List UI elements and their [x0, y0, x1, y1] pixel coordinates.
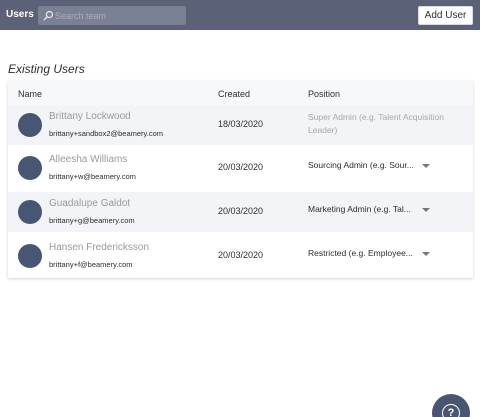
column-header-position: Position — [308, 89, 341, 99]
help-icon: ? — [442, 404, 460, 417]
user-email: brittany+w@beamery.com — [49, 172, 136, 181]
position-select[interactable]: Marketing Admin (e.g. Tal... — [308, 204, 433, 220]
created-date: 20/03/2020 — [218, 250, 264, 260]
top-bar: Users Add User — [0, 0, 480, 30]
chevron-down-icon[interactable] — [422, 164, 430, 168]
user-email: brittany+g@beamery.com — [49, 216, 135, 225]
avatar — [18, 200, 42, 224]
search-input[interactable] — [55, 7, 181, 24]
user-name: Alleesha Williams — [49, 154, 128, 165]
user-email: brittany+sandbox2@beamery.com — [49, 129, 163, 138]
column-header-name: Name — [18, 89, 43, 99]
chevron-down-icon[interactable] — [422, 252, 430, 256]
position-select[interactable]: Sourcing Admin (e.g. Sour... — [308, 160, 433, 176]
created-date: 18/03/2020 — [218, 119, 264, 129]
position-label: Super Admin (e.g. Talent Acquisition Lea… — [308, 112, 444, 135]
chevron-down-icon[interactable] — [422, 208, 430, 212]
user-name: Brittany Lockwood — [49, 111, 131, 122]
search-box[interactable] — [38, 6, 186, 25]
position-select[interactable]: Restricted (e.g. Employee... — [308, 248, 433, 264]
table-row: Guadalupe Galdot brittany+g@beamery.com … — [8, 192, 473, 232]
table-row: Brittany Lockwood brittany+sandbox2@beam… — [8, 105, 473, 145]
add-user-button[interactable]: Add User — [418, 6, 473, 25]
table-header: Name Created Position — [8, 81, 473, 105]
avatar — [18, 113, 42, 137]
search-icon — [43, 10, 54, 21]
avatar — [18, 156, 42, 180]
column-header-created: Created — [218, 89, 251, 99]
section-title: Existing Users — [8, 62, 85, 76]
created-date: 20/03/2020 — [218, 206, 264, 216]
user-name: Hansen Fredericksson — [49, 242, 150, 253]
users-table: Name Created Position Brittany Lockwood … — [8, 81, 473, 278]
created-date: 20/03/2020 — [218, 162, 264, 172]
page-title: Users — [6, 9, 34, 20]
user-email: brittany+f@beamery.com — [49, 260, 133, 269]
table-row: Hansen Fredericksson brittany+f@beamery.… — [8, 236, 473, 276]
table-row: Alleesha Williams brittany+w@beamery.com… — [8, 148, 473, 188]
user-name: Guadalupe Galdot — [49, 198, 131, 209]
avatar — [18, 244, 42, 268]
help-button[interactable]: ? — [432, 394, 470, 417]
